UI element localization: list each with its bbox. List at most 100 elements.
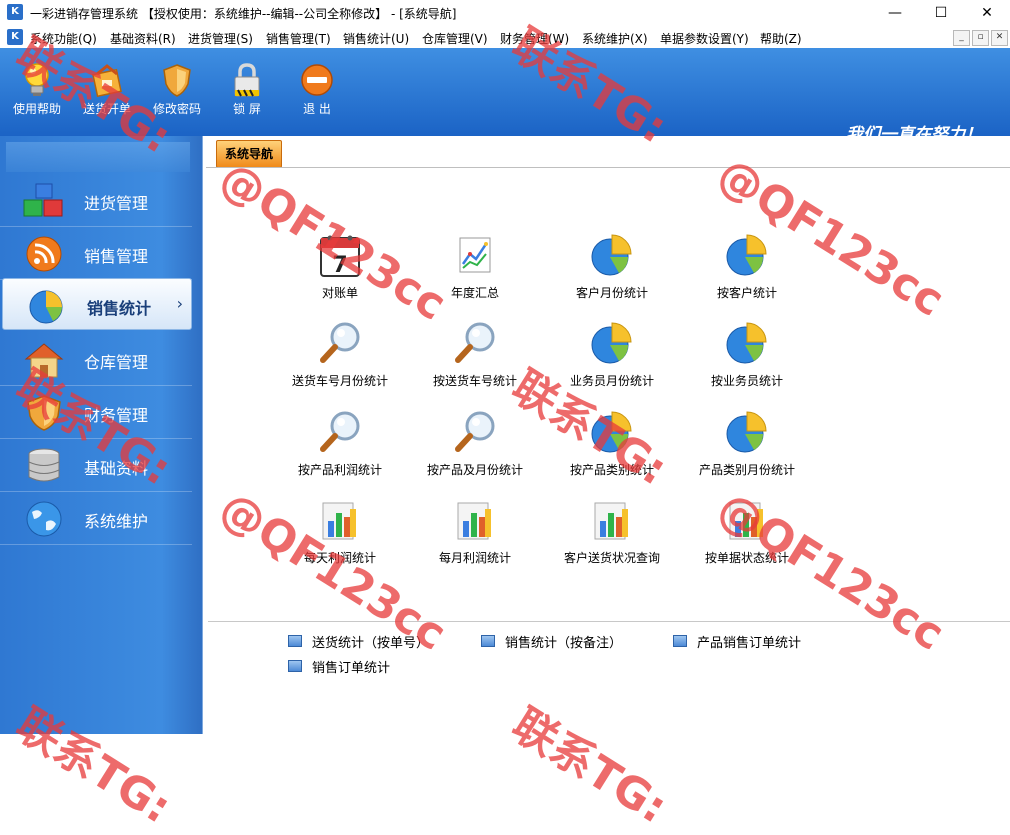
exit-button[interactable]: 退 出 <box>286 48 348 136</box>
help-button[interactable]: 使用帮助 <box>6 48 68 136</box>
sidebar-item-basic-data[interactable]: 基础资料 <box>0 439 192 492</box>
sidebar-item-warehouse[interactable]: 仓库管理 <box>0 333 192 386</box>
nav-tile-label: 对账单 <box>321 286 358 300</box>
nav-tile[interactable]: 按客户统计 <box>679 232 815 312</box>
nav-tile-label: 按产品利润统计 <box>297 463 382 477</box>
toolbar: 使用帮助 送货开单 修改密码 锁 屏 退 出 我们一直在努力！ <box>0 48 1010 145</box>
mdi-restore-button[interactable]: ▫ <box>972 30 989 46</box>
lock-screen-button[interactable]: 锁 屏 <box>216 48 278 136</box>
line-chart-icon <box>452 232 498 278</box>
nav-tile[interactable]: 业务员月份统计 <box>544 320 680 400</box>
nav-tile-label: 按产品类别统计 <box>569 463 654 477</box>
menu-sales[interactable]: 销售管理(T) <box>266 30 331 47</box>
menu-help[interactable]: 帮助(Z) <box>760 30 802 47</box>
lock-screen-label: 锁 屏 <box>233 102 261 116</box>
sidebar: 进货管理 销售管理 销售统计 › 仓库管理 财务管理 基础资料 系统维护 <box>0 136 202 734</box>
mdi-minimize-button[interactable]: _ <box>953 30 970 46</box>
exit-icon <box>301 64 333 96</box>
nav-tile-label: 每月利润统计 <box>438 551 511 565</box>
magnifier-icon <box>452 320 498 366</box>
menu-warehouse[interactable]: 仓库管理(V) <box>422 30 488 47</box>
menu-basic-data[interactable]: 基础资料(R) <box>110 30 176 47</box>
nav-tile[interactable]: 按产品及月份统计 <box>407 409 543 489</box>
sidebar-item-label: 基础资料 <box>84 459 149 478</box>
globe-icon <box>26 501 62 537</box>
change-password-label: 修改密码 <box>152 102 201 116</box>
sidebar-item-sales-stats[interactable]: 销售统计 › <box>2 278 192 330</box>
svg-text:7: 7 <box>332 253 347 278</box>
nav-tile[interactable]: 每天利润统计 <box>272 497 408 577</box>
link-sales-order-stats[interactable]: 销售订单统计 <box>288 657 468 677</box>
bar-chart-icon <box>317 497 363 543</box>
link-bullet-icon <box>673 635 687 647</box>
sidebar-item-purchase[interactable]: 进货管理 <box>0 174 192 227</box>
nav-tile-label: 按产品及月份统计 <box>426 463 523 477</box>
pie-chart-icon <box>724 409 770 455</box>
tab-system-navigation[interactable]: 系统导航 <box>216 140 282 168</box>
sidebar-header <box>6 142 190 172</box>
pie-chart-icon <box>724 320 770 366</box>
magnifier-icon <box>317 409 363 455</box>
shield-icon <box>163 64 191 97</box>
nav-tile[interactable]: 按产品利润统计 <box>272 409 408 489</box>
nav-tile[interactable]: 按产品类别统计 <box>544 409 680 489</box>
nav-tile[interactable]: 按业务员统计 <box>679 320 815 400</box>
blocks-icon <box>23 183 63 217</box>
delivery-order-icon <box>92 64 122 98</box>
sidebar-item-finance[interactable]: 财务管理 <box>0 386 192 439</box>
sidebar-item-maintenance[interactable]: 系统维护 <box>0 492 192 545</box>
nav-tile-label: 按送货车号统计 <box>432 374 517 388</box>
nav-tile[interactable]: 产品类别月份统计 <box>679 409 815 489</box>
rss-icon <box>26 236 62 272</box>
sidebar-item-label: 进货管理 <box>84 194 149 213</box>
mdi-close-button[interactable]: ✕ <box>991 30 1008 46</box>
pie-chart-icon <box>29 290 63 324</box>
link-bullet-icon <box>288 660 302 672</box>
tab-divider <box>206 167 1010 168</box>
nav-tile[interactable]: 客户月份统计 <box>544 232 680 312</box>
nav-tile[interactable]: 每月利润统计 <box>407 497 543 577</box>
menu-doc-params[interactable]: 单据参数设置(Y) <box>660 30 749 47</box>
house-icon <box>24 343 64 378</box>
title-bar: K 一彩进销存管理系统 【授权使用：系统维护--编辑--公司全称修改】 - [系… <box>0 0 1010 26</box>
menu-sales-stats[interactable]: 销售统计(U) <box>343 30 409 47</box>
nav-tile-label: 产品类别月份统计 <box>698 463 795 477</box>
nav-tile[interactable]: 7 对账单 <box>272 232 408 312</box>
link-bullet-icon <box>481 635 495 647</box>
exit-label: 退 出 <box>303 102 331 116</box>
maximize-button[interactable]: ☐ <box>918 0 964 26</box>
change-password-button[interactable]: 修改密码 <box>146 48 208 136</box>
nav-tile-label: 客户月份统计 <box>575 286 648 300</box>
menu-purchase[interactable]: 进货管理(S) <box>188 30 253 47</box>
sidebar-item-sales[interactable]: 销售管理 <box>0 227 192 280</box>
nav-tile[interactable]: 年度汇总 <box>407 232 543 312</box>
menu-maintenance[interactable]: 系统维护(X) <box>582 30 648 47</box>
app-menu-icon[interactable]: K <box>7 29 23 45</box>
nav-tile-label: 客户送货状况查询 <box>563 551 660 565</box>
nav-tile[interactable]: 按单据状态统计 <box>679 497 815 577</box>
nav-tile[interactable]: 送货车号月份统计 <box>272 320 408 400</box>
window-title: 一彩进销存管理系统 【授权使用：系统维护--编辑--公司全称修改】 - [系统导… <box>30 7 457 21</box>
bar-chart-icon <box>724 497 770 543</box>
close-button[interactable]: ✕ <box>964 0 1010 26</box>
magnifier-icon <box>452 409 498 455</box>
nav-tile[interactable]: 按送货车号统计 <box>407 320 543 400</box>
bar-chart-icon <box>589 497 635 543</box>
sidebar-item-label: 系统维护 <box>84 512 149 531</box>
menu-system[interactable]: 系统功能(Q) <box>30 30 97 47</box>
link-product-sales-order-stats[interactable]: 产品销售订单统计 <box>673 632 853 652</box>
link-delivery-stats-by-number[interactable]: 送货统计（按单号） <box>288 632 468 652</box>
nav-tile-label: 业务员月份统计 <box>569 374 654 388</box>
sidebar-item-label: 销售统计 <box>87 299 152 318</box>
minimize-button[interactable]: — <box>872 0 918 26</box>
nav-tile[interactable]: 客户送货状况查询 <box>544 497 680 577</box>
link-label: 送货统计（按单号） <box>312 636 430 651</box>
menu-finance[interactable]: 财务管理(W) <box>500 30 569 47</box>
link-sales-stats-by-remark[interactable]: 销售统计（按备注） <box>481 632 661 652</box>
nav-tile-label: 年度汇总 <box>450 286 499 300</box>
pie-chart-icon <box>724 232 770 278</box>
link-bullet-icon <box>288 635 302 647</box>
delivery-order-button[interactable]: 送货开单 <box>76 48 138 136</box>
nav-tile-label: 按客户统计 <box>716 286 777 300</box>
nav-tile-label: 送货车号月份统计 <box>291 374 388 388</box>
